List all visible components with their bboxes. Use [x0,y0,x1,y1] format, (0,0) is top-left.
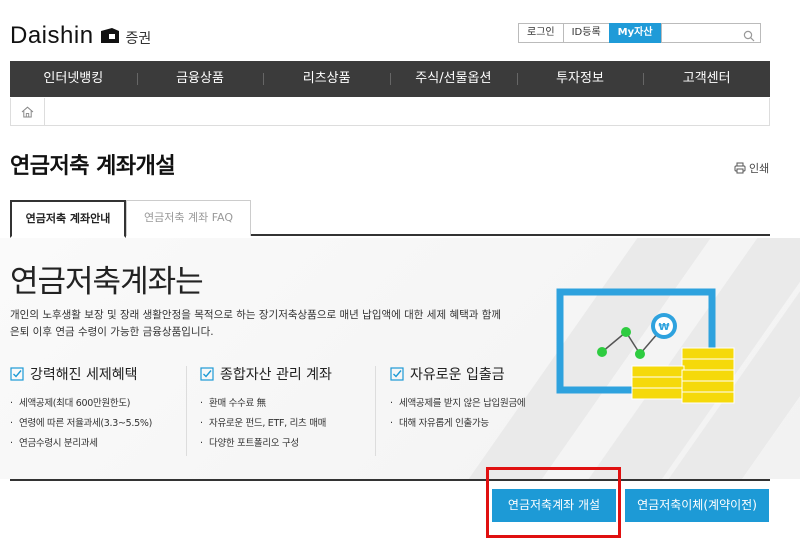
hero-title: 연금저축계좌는 [10,264,204,300]
highlight-box [486,467,621,538]
feature-title: 종합자산 관리 계좌 [220,367,332,383]
logo-sub: 증권 [125,31,152,47]
list-item: 환매 수수료 無 [200,394,332,414]
list-item: 대해 자유롭게 인출가능 [390,414,525,434]
id-register-button[interactable]: ID등록 [562,23,609,43]
page-title: 연금저축 계좌개설 [10,154,176,179]
check-icon [200,367,214,381]
list-item: 연령에 따른 저율과세(3.3~5.5%) [10,414,152,434]
logo[interactable]: Daishin 증권 [10,22,151,50]
nav-investment-info[interactable]: 투자정보 [516,61,644,97]
utility-bar: 로그인 ID등록 My자산 [518,23,761,46]
search-icon[interactable] [743,27,755,46]
my-asset-button[interactable]: My자산 [608,23,661,43]
hero-desc-line: 개인의 노후생활 보장 및 장래 생활안정을 목적으로 하는 장기저축상품으로 … [10,309,502,321]
search-input[interactable] [661,27,742,46]
check-icon [390,367,404,381]
nav-reits[interactable]: 리츠상품 [263,61,390,97]
svg-text:₩: ₩ [658,322,669,333]
feature-free-withdrawal: 자유로운 입출금 세액공제를 받지 않은 납입원금에 대해 자유롭게 인출가능 [390,364,526,434]
tab-bar: 연금저축 계좌 FAQ 연금저축 계좌안내 [10,200,770,238]
pension-transfer-button[interactable]: 연금저축이체(계약이전) [625,489,769,522]
print-icon [734,162,746,174]
hero-desc-line: 은퇴 이후 연금 수령이 가능한 금융상품입니다. [10,326,214,338]
list-item: 세액공제를 받지 않은 납입원금에 [390,394,526,414]
nav-stocks-futures[interactable]: 주식/선물옵션 [390,61,517,97]
feature-tax-benefit: 강력해진 세제혜택 세액공제(최대 600만원한도) 연령에 따른 저율과세(3… [10,364,152,454]
list-item: 연금수령시 분리과세 [10,434,152,454]
check-icon [10,367,24,381]
tab-faq[interactable]: 연금저축 계좌 FAQ [126,200,251,236]
hero-description: 개인의 노후생활 보장 및 장래 생활안정을 목적으로 하는 장기저축상품으로 … [10,307,550,341]
feature-title: 자유로운 입출금 [410,367,505,383]
main-nav: 인터넷뱅킹 금융상품 리츠상품 주식/선물옵션 투자정보 고객센터 [10,61,770,97]
tab-account-guide[interactable]: 연금저축 계좌안내 [10,200,126,238]
print-label: 인쇄 [749,162,770,175]
print-button[interactable]: 인쇄 [734,160,769,176]
breadcrumb [10,98,770,126]
login-button[interactable]: 로그인 [518,23,563,43]
nav-internet-banking[interactable]: 인터넷뱅킹 [10,61,137,97]
feature-title: 강력해진 세제혜택 [30,367,138,383]
feature-asset-management: 종합자산 관리 계좌 환매 수수료 無 자유로운 펀드, ETF, 리츠 매매 … [200,364,332,454]
feature-divider [186,366,187,456]
list-item: 자유로운 펀드, ETF, 리츠 매매 [200,414,332,434]
search-box [660,23,761,46]
home-icon[interactable] [11,98,45,125]
nav-customer-center[interactable]: 고객센터 [643,61,770,97]
pension-illustration: ₩ [556,282,746,416]
content-divider [10,479,770,481]
nav-financial-products[interactable]: 금융상품 [136,61,264,97]
logo-wordmark: Daishin [10,22,94,49]
list-item: 다양한 포트폴리오 구성 [200,434,332,454]
feature-divider [375,366,376,456]
logo-mark-icon [100,27,120,45]
list-item: 세액공제(최대 600만원한도) [10,394,152,414]
